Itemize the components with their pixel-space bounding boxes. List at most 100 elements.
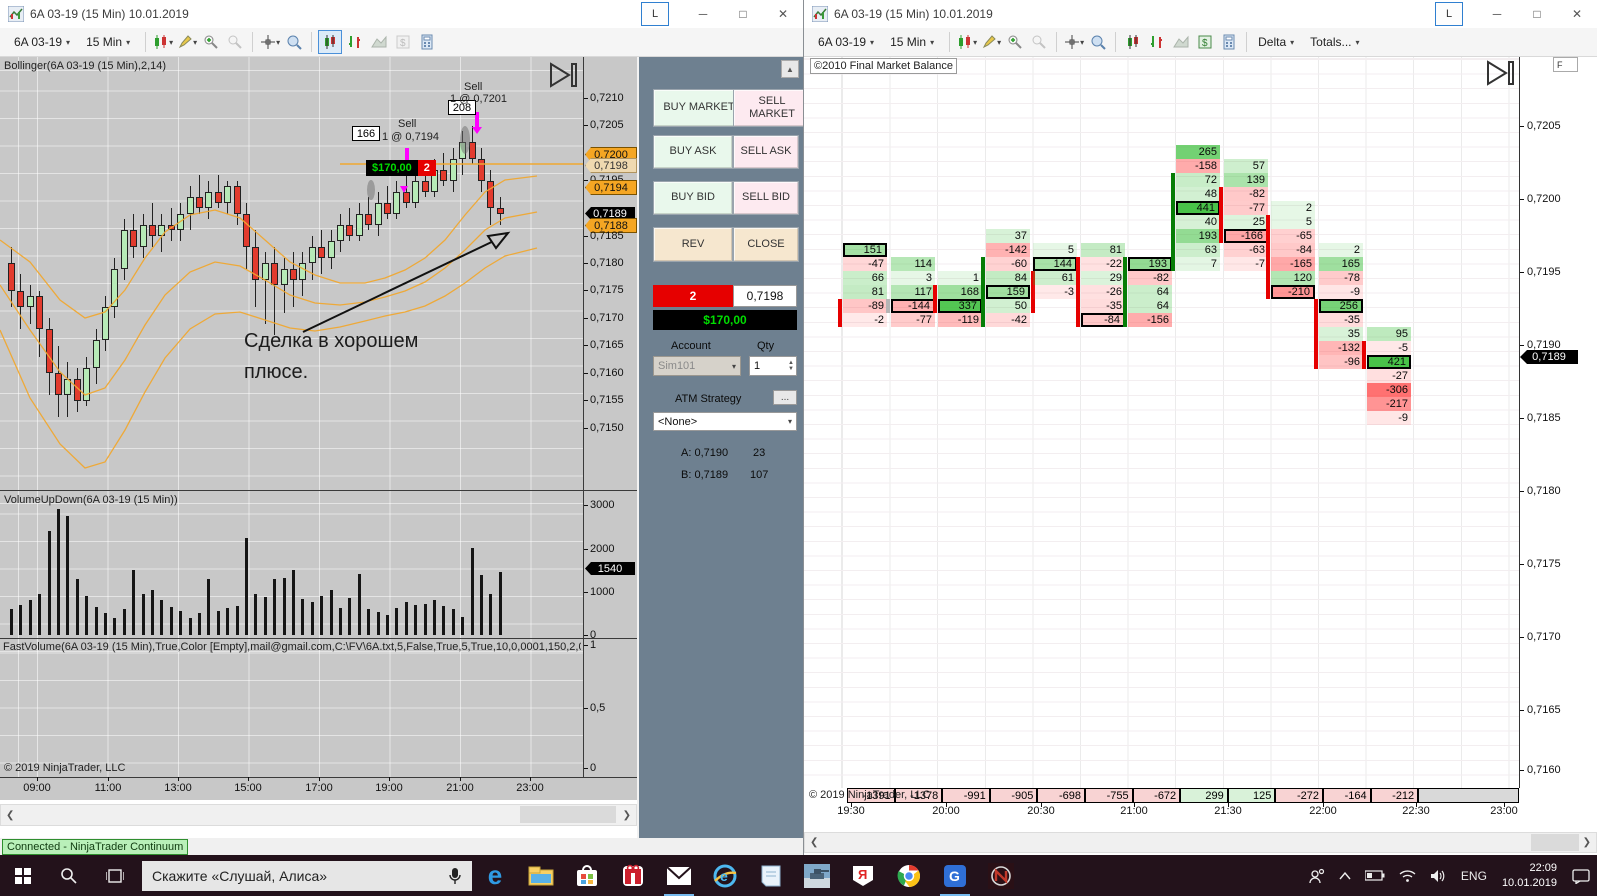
close-icon[interactable]: ✕ bbox=[1557, 0, 1597, 28]
language-indicator[interactable]: ENG bbox=[1454, 855, 1494, 896]
account-select[interactable]: Sim101 ▾ bbox=[653, 356, 741, 376]
chart-annotation[interactable]: Сделка в хорошем плюсе. bbox=[244, 326, 418, 388]
buy-ask-button[interactable]: BUY ASK bbox=[653, 135, 733, 169]
quantity-stepper[interactable]: 1 ▲ ▼ bbox=[749, 356, 797, 376]
chevron-up-icon[interactable] bbox=[1332, 855, 1358, 896]
position-tag[interactable]: $170,00 2 bbox=[366, 160, 436, 176]
chart-toolbar: 6A 03-19 ▾ 15 Min ▾ ▾ ▾ ▾ $ Delta ▾ Totals.… bbox=[804, 28, 1597, 57]
totals-mode-selector[interactable]: Totals... ▾ bbox=[1304, 32, 1365, 52]
taskbar-edge-icon[interactable]: e bbox=[472, 855, 518, 896]
axis-tick bbox=[1041, 803, 1042, 807]
floating-label-partial: F bbox=[1553, 57, 1578, 72]
totals-cell: -755 bbox=[1085, 788, 1133, 803]
axis-tick bbox=[946, 803, 947, 807]
style-mountain-button[interactable] bbox=[1170, 31, 1192, 53]
position-qty-field: 2 bbox=[653, 285, 733, 307]
atm-more-button[interactable]: ... bbox=[773, 390, 797, 405]
chart-hscrollbar[interactable]: ❮ ❯ bbox=[804, 832, 1597, 853]
chevron-down-icon: ▾ bbox=[787, 417, 792, 426]
buy-bid-button[interactable]: BUY BID bbox=[653, 181, 733, 215]
scroll-thumb[interactable] bbox=[1531, 834, 1579, 851]
instrument-selector[interactable]: 6A 03-19 ▾ bbox=[812, 32, 880, 52]
bid-price: B: 0,7189 bbox=[681, 469, 729, 481]
totals-cell: -164 bbox=[1323, 788, 1371, 803]
order-entry-panel: ▲ BUY MARKET SELL MARKET BUY ASK SELL ASK BU… bbox=[637, 57, 811, 838]
totals-cell: 299 bbox=[1180, 788, 1228, 803]
volume-icon[interactable] bbox=[1423, 855, 1454, 896]
taskbar-notepad-icon[interactable] bbox=[748, 855, 794, 896]
titlebar[interactable]: 6A 03-19 (15 Min) 10.01.2019 L ─ □ ✕ bbox=[804, 0, 1597, 29]
qty-label: Qty bbox=[757, 340, 775, 352]
time-axis-label: 21:30 bbox=[1214, 805, 1242, 817]
taskbar-ie-icon[interactable]: e bbox=[702, 855, 748, 896]
divider bbox=[949, 32, 951, 52]
search-icon[interactable] bbox=[46, 855, 92, 896]
minimize-icon[interactable]: ─ bbox=[1477, 0, 1517, 28]
close-button[interactable]: CLOSE bbox=[733, 227, 799, 262]
scroll-right-icon[interactable]: ❯ bbox=[1578, 837, 1596, 848]
calculator-icon[interactable] bbox=[1218, 31, 1240, 53]
account-label: Account bbox=[671, 340, 711, 352]
zoom-in-icon[interactable] bbox=[1004, 31, 1026, 53]
footprint-plot[interactable] bbox=[804, 57, 1519, 788]
maximize-icon[interactable]: □ bbox=[1517, 0, 1557, 28]
wifi-icon[interactable] bbox=[1392, 855, 1423, 896]
taskbar-mail-icon[interactable] bbox=[656, 855, 702, 896]
connection-status-badge: Connected - NinjaTrader Continuum bbox=[2, 839, 189, 855]
taskbar-explorer-icon[interactable] bbox=[518, 855, 564, 896]
totals-cell: 125 bbox=[1227, 788, 1276, 803]
delta-mode-selector[interactable]: Delta ▾ bbox=[1252, 32, 1300, 52]
taskbar-game-icon[interactable] bbox=[794, 855, 840, 896]
alice-search-input[interactable]: Скажите «Слушай, Алиса» bbox=[142, 860, 472, 891]
data-box-icon[interactable] bbox=[1087, 31, 1109, 53]
crosshair-icon[interactable]: ▾ bbox=[1063, 31, 1085, 53]
style-candlestick-button[interactable] bbox=[1122, 31, 1144, 53]
sell-marker-fill: 1 @ 0,7194 bbox=[382, 131, 440, 143]
microphone-icon[interactable] bbox=[448, 867, 462, 885]
time-axis-label: 22:00 bbox=[1309, 805, 1337, 817]
chart-window-left: 6A 03-19 (15 Min) 10.01.2019 L ─ □ ✕ 6A … bbox=[0, 0, 811, 855]
chevron-down-icon: ▾ bbox=[731, 361, 736, 371]
clock[interactable]: 22:09 10.01.2019 bbox=[1494, 861, 1565, 890]
scroll-thumb[interactable] bbox=[520, 806, 616, 823]
sell-market-button[interactable]: SELL MARKET bbox=[733, 89, 811, 127]
draw-pencil-icon[interactable]: ▾ bbox=[980, 31, 1002, 53]
notification-center-icon[interactable] bbox=[1565, 855, 1597, 896]
scroll-left-icon[interactable]: ❮ bbox=[1, 810, 19, 821]
price-axis[interactable] bbox=[1519, 57, 1597, 788]
task-view-icon[interactable] bbox=[92, 855, 138, 896]
taskbar-yandex-icon[interactable]: Я bbox=[840, 855, 886, 896]
people-icon[interactable] bbox=[1302, 855, 1332, 896]
taskbar-ninjatrader-icon[interactable] bbox=[978, 855, 1024, 896]
divider bbox=[1246, 32, 1248, 52]
start-button[interactable] bbox=[0, 855, 46, 896]
interval-selector[interactable]: 15 Min ▾ bbox=[884, 32, 940, 52]
playback-replay-icon[interactable] bbox=[1486, 60, 1516, 86]
bid-size: 107 bbox=[750, 469, 769, 481]
scroll-right-icon[interactable]: ❯ bbox=[618, 810, 636, 821]
system-tray: ENG 22:09 10.01.2019 bbox=[1302, 855, 1597, 896]
dollar-icon[interactable]: $ bbox=[1194, 31, 1216, 53]
chart-window-right: 6A 03-19 (15 Min) 10.01.2019 L ─ □ ✕ 6A … bbox=[804, 0, 1597, 855]
order-id-marker[interactable]: 166 bbox=[352, 126, 380, 141]
panel-scroll-up-icon[interactable]: ▲ bbox=[781, 60, 799, 78]
battery-icon[interactable] bbox=[1358, 855, 1392, 896]
rev-button[interactable]: REV bbox=[653, 227, 733, 262]
taskbar-gdisk-icon[interactable]: G bbox=[932, 855, 978, 896]
sell-marker-label: Sell bbox=[398, 118, 417, 130]
chevron-down-icon: ▾ bbox=[1355, 37, 1360, 47]
taskbar-store-icon[interactable] bbox=[564, 855, 610, 896]
atm-strategy-select[interactable]: <None> ▾ bbox=[653, 412, 797, 431]
scroll-left-icon[interactable]: ❮ bbox=[805, 837, 823, 848]
sell-bid-button[interactable]: SELL BID bbox=[733, 181, 799, 215]
buy-market-button[interactable]: BUY MARKET bbox=[653, 89, 745, 127]
zoom-out-icon[interactable] bbox=[1028, 31, 1050, 53]
link-button[interactable]: L bbox=[1435, 2, 1463, 26]
stepper-arrows-icon[interactable]: ▲ ▼ bbox=[788, 360, 796, 372]
totals-cell: -212 bbox=[1370, 788, 1419, 803]
taskbar-gift-icon[interactable] bbox=[610, 855, 656, 896]
style-ohlc-button[interactable] bbox=[1146, 31, 1168, 53]
sell-ask-button[interactable]: SELL ASK bbox=[733, 135, 799, 169]
taskbar-chrome-icon[interactable] bbox=[886, 855, 932, 896]
chart-style-icon[interactable]: ▾ bbox=[956, 31, 978, 53]
